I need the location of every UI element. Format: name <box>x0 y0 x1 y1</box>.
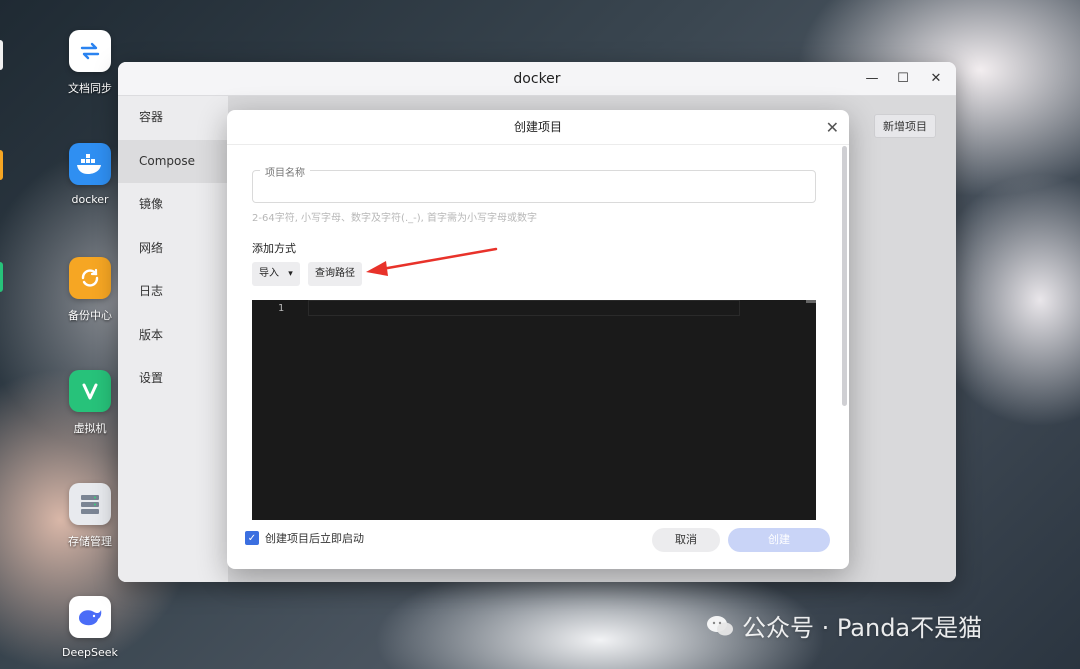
sidebar-item-network[interactable]: 网络 <box>118 227 228 271</box>
import-dropdown-button[interactable]: 导入 ▾ <box>252 262 300 286</box>
edge-tab[interactable] <box>0 40 3 70</box>
annotation-arrow-icon <box>366 247 498 276</box>
sidebar-item-logs[interactable]: 日志 <box>118 270 228 314</box>
desktop-icon-label: DeepSeek <box>62 646 118 659</box>
edge-tab[interactable] <box>0 150 3 180</box>
auto-start-checkbox[interactable]: ✓ <box>245 531 259 545</box>
sidebar-item-images[interactable]: 镜像 <box>118 183 228 227</box>
auto-start-checkbox-row[interactable]: ✓ 创建项目后立即启动 <box>245 530 364 546</box>
sidebar-item-compose[interactable]: Compose <box>118 139 228 183</box>
maximize-icon[interactable]: ☐ <box>895 70 911 86</box>
compose-editor[interactable]: 1 <box>252 300 816 520</box>
close-icon[interactable]: ✕ <box>826 110 839 145</box>
sidebar-item-version[interactable]: 版本 <box>118 314 228 358</box>
sidebar-item-containers[interactable]: 容器 <box>118 96 228 140</box>
window-titlebar[interactable]: docker — ☐ ✕ <box>118 62 956 96</box>
backup-icon <box>69 257 111 299</box>
create-button[interactable]: 创建 <box>728 528 830 552</box>
storage-icon <box>69 483 111 525</box>
dialog-title-text: 创建项目 <box>513 120 562 134</box>
docker-icon <box>69 143 111 185</box>
watermark-text: 公众号 · Panda不是猫 <box>742 614 983 642</box>
sidebar-item-settings[interactable]: 设置 <box>118 357 228 401</box>
wechat-icon <box>707 615 733 635</box>
dialog-title: 创建项目 ✕ <box>227 110 849 145</box>
close-icon[interactable]: ✕ <box>928 70 944 86</box>
query-path-button[interactable]: 查询路径 <box>308 262 362 286</box>
current-line-highlight <box>308 300 740 316</box>
new-project-button[interactable]: 新增项目 <box>874 114 936 138</box>
project-name-label: 项目名称 <box>260 164 310 179</box>
sidebar: 容器 Compose 镜像 网络 日志 版本 设置 <box>118 96 228 582</box>
deepseek-whale-icon <box>69 596 111 638</box>
import-label: 导入 <box>259 268 279 279</box>
project-name-input[interactable] <box>252 170 816 203</box>
scrollbar[interactable] <box>842 146 847 406</box>
cancel-button[interactable]: 取消 <box>652 528 720 552</box>
auto-start-label: 创建项目后立即启动 <box>265 532 364 545</box>
edge-tab[interactable] <box>0 262 3 292</box>
vm-icon <box>69 370 111 412</box>
desktop-icon-deepseek[interactable]: DeepSeek <box>40 596 140 659</box>
window-title: docker <box>513 71 561 87</box>
sync-icon <box>69 30 111 72</box>
editor-scroll-marker <box>806 300 816 303</box>
check-icon: ✓ <box>247 532 257 544</box>
project-name-hint: 2-64字符, 小写字母、数字及字符(._-), 首字需为小写字母或数字 <box>252 213 537 224</box>
add-method-label: 添加方式 <box>252 242 296 255</box>
minimize-icon[interactable]: — <box>864 70 880 86</box>
create-project-dialog: 创建项目 ✕ 项目名称 2-64字符, 小写字母、数字及字符(._-), 首字需… <box>227 110 849 569</box>
line-number: 1 <box>278 303 285 314</box>
chevron-down-icon: ▾ <box>288 269 293 279</box>
watermark: 公众号 · Panda不是猫 <box>706 608 982 643</box>
